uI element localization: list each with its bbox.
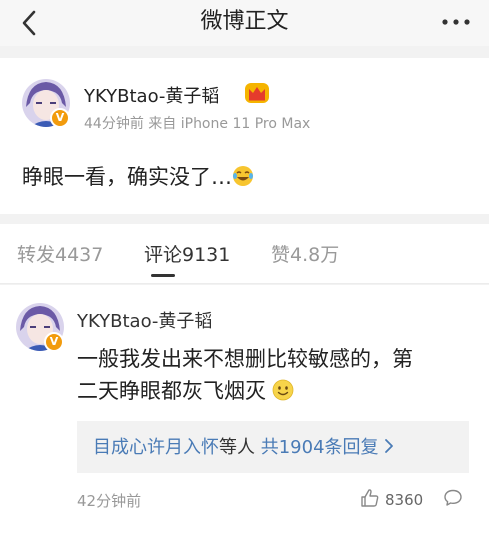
post-source: 来自 iPhone 11 Pro Max [148,116,311,132]
comment-text: 一般我发出来不想删比较敏感的，第 二天睁眼都灰飞烟灭 [77,343,477,407]
post-card: V YKYBtao-黄子韬 44分钟前 来自 iPhone 11 Pro Max… [0,58,489,214]
laugh-cry-emoji-icon [233,166,253,186]
comment-bubble-icon[interactable] [443,488,463,508]
tab-likes[interactable]: 赞4.8万 [271,240,339,267]
active-tab-indicator [151,274,175,277]
post-tabs: 转发4437 评论9131 赞4.8万 [0,224,489,284]
verified-badge-icon: V [44,332,64,352]
comment-item: V YKYBtao-黄子韬 一般我发出来不想删比较敏感的，第 二天睁眼都灰飞烟灭… [0,285,489,538]
comment-text-line: 二天睁眼都灰飞烟灭 [77,375,477,407]
reply-summary[interactable]: 目成心许月入怀等人 共1904条回复 [77,421,469,473]
tab-repost[interactable]: 转发4437 [17,240,103,267]
post-text: 睁眼一看，确实没了… [22,161,254,191]
reply-total-link[interactable]: 共1904条回复 [261,437,379,458]
comment-text-line-2: 二天睁眼都灰飞烟灭 [77,379,266,403]
post-meta: 44分钟前 来自 iPhone 11 Pro Max [84,113,310,133]
tab-comments[interactable]: 评论9131 [144,240,230,267]
comment-text-line: 一般我发出来不想删比较敏感的，第 [77,347,413,371]
top-nav-bar: 微博正文 [0,0,489,46]
reply-mid-text: 等人 [219,437,255,458]
thumbs-up-icon[interactable] [360,488,380,508]
reply-summary-line: 目成心许月入怀等人 共1904条回复 [93,433,395,459]
verified-badge-icon: V [50,108,70,128]
page-title: 微博正文 [200,9,289,34]
chevron-right-icon [384,439,393,453]
post-text-content: 睁眼一看，确实没了… [22,165,232,189]
post-author-name[interactable]: YKYBtao-黄子韬 [84,82,219,108]
smile-emoji-icon [272,379,294,401]
comment-time: 42分钟前 [77,492,142,510]
post-time: 44分钟前 [84,116,144,132]
more-horizontal-icon[interactable] [439,10,473,34]
like-count: 8360 [385,491,424,509]
comment-author-name[interactable]: YKYBtao-黄子韬 [77,307,212,333]
reply-user-names[interactable]: 目成心许月入怀 [93,437,219,458]
crown-icon[interactable] [244,82,270,104]
